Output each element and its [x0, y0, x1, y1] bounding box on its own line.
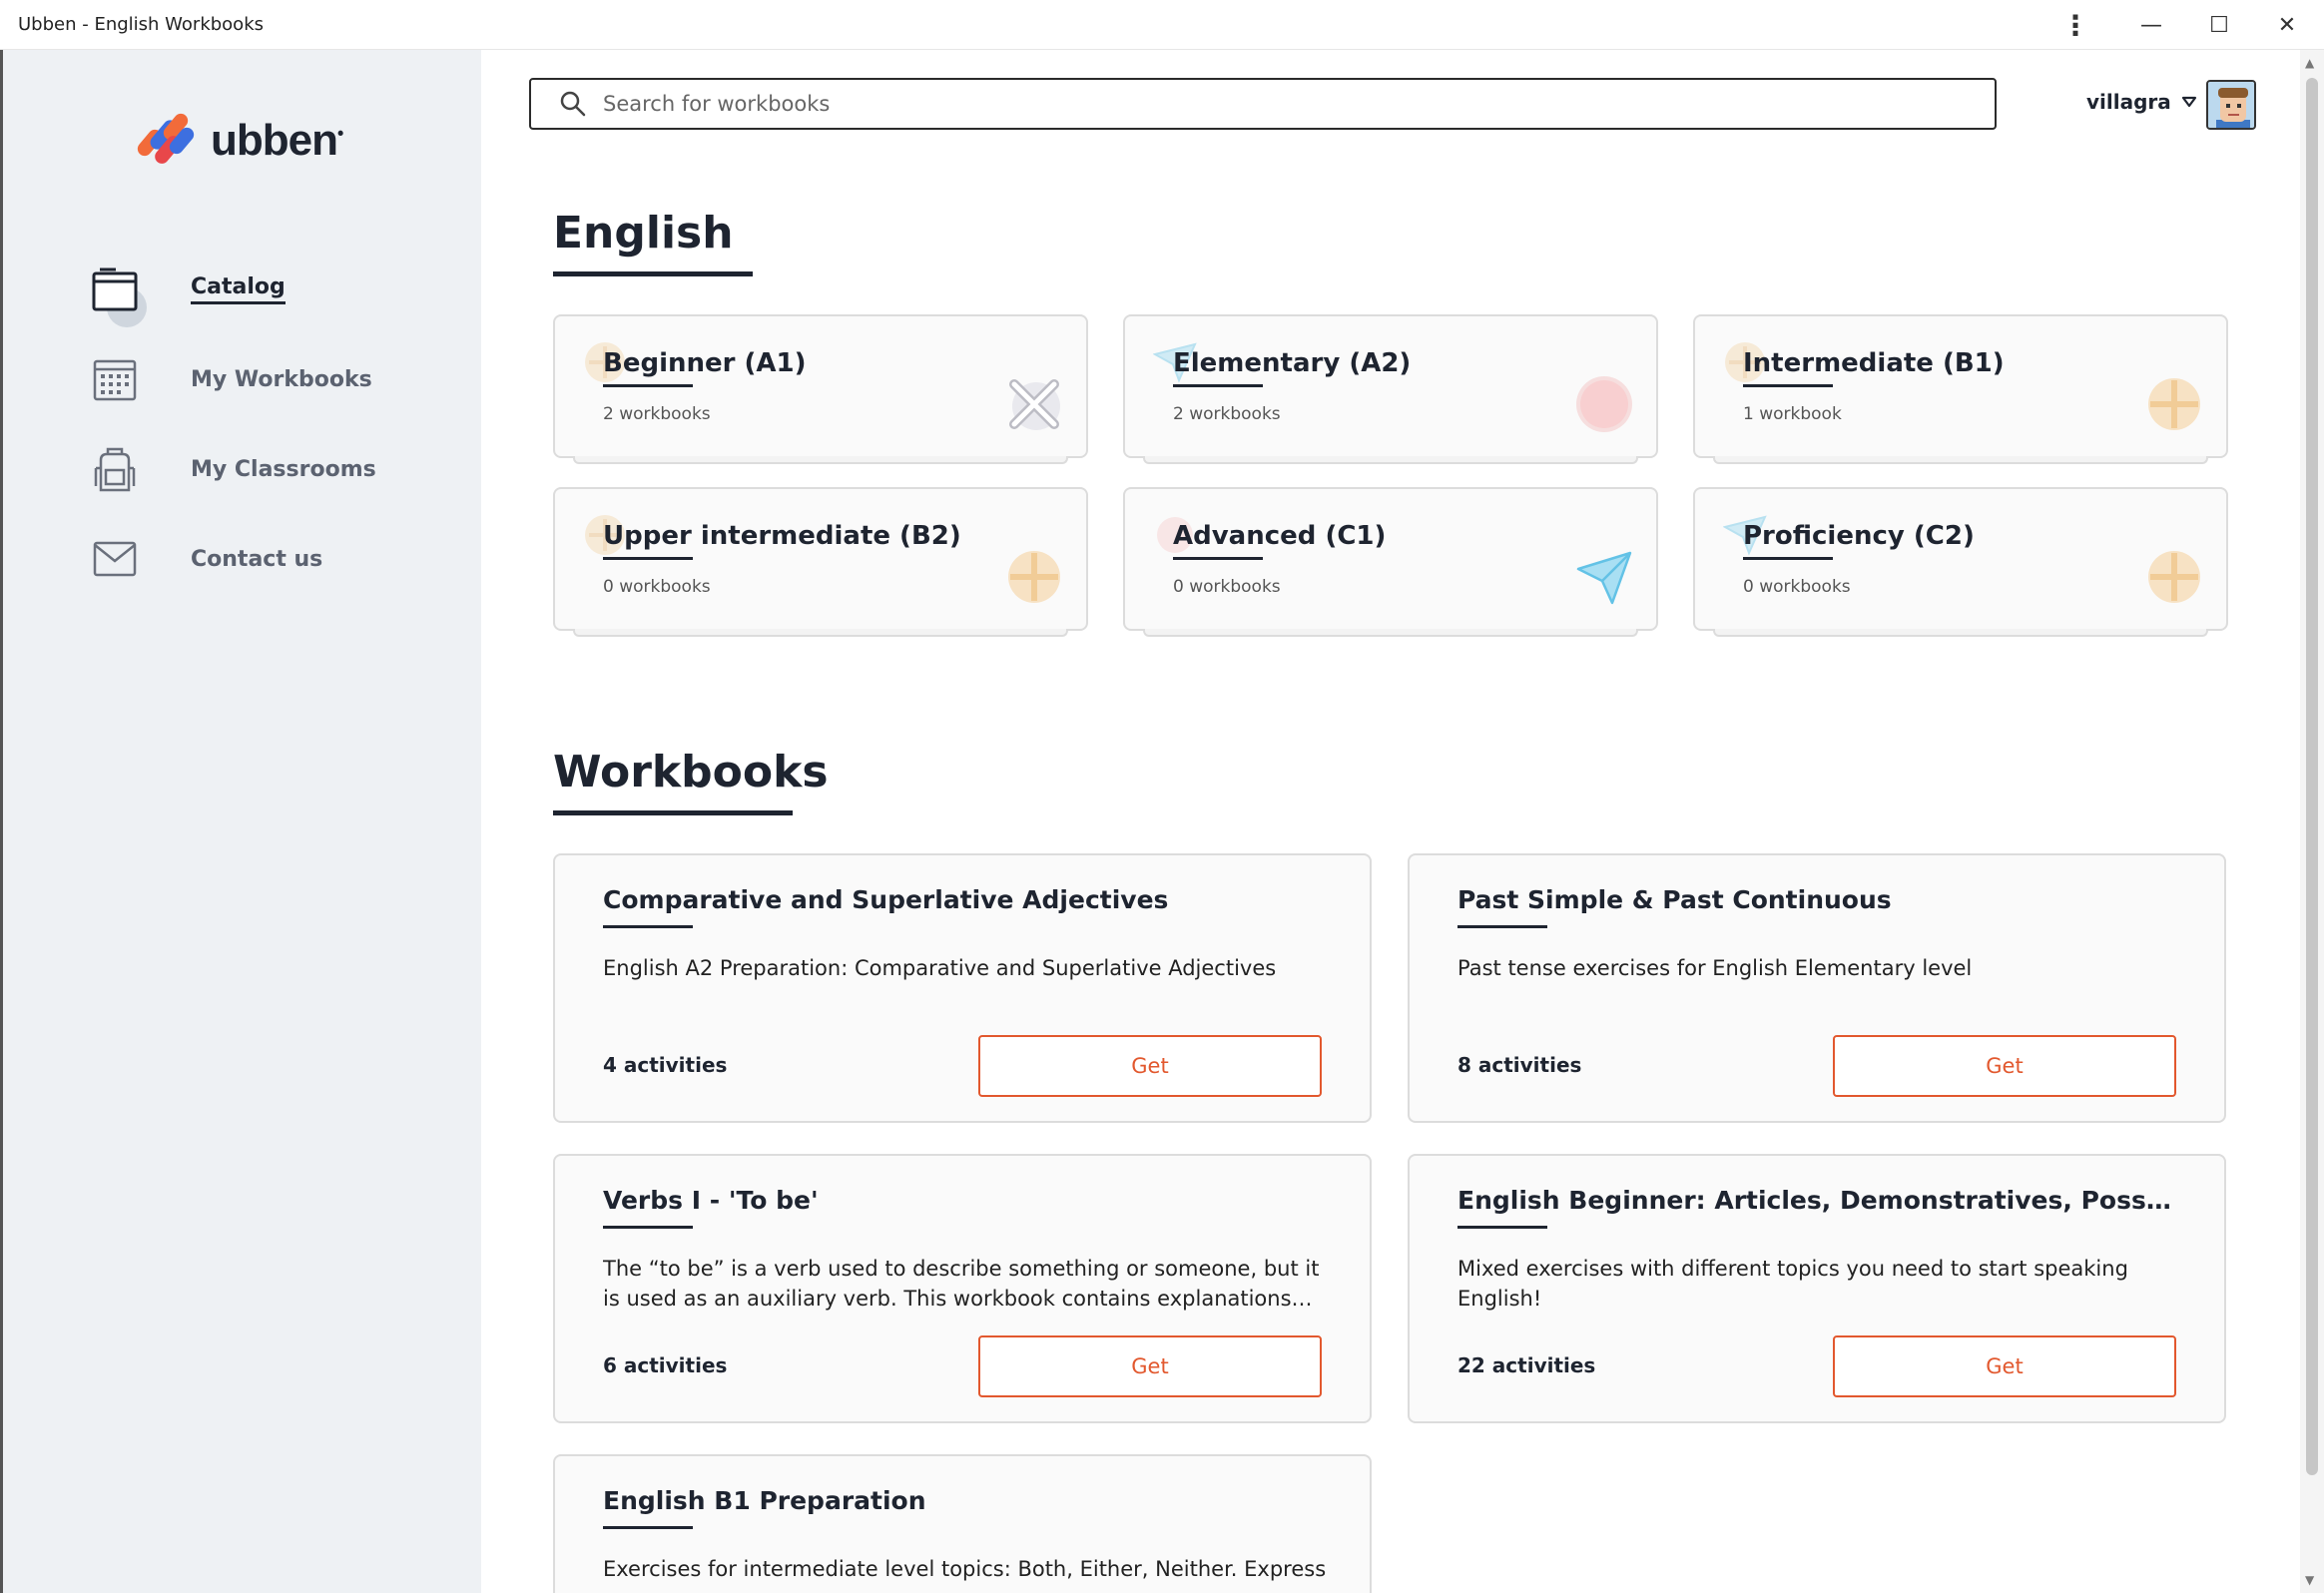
workbook-title-underline: [1457, 925, 1547, 928]
level-workbook-count: 1 workbook: [1743, 404, 1842, 424]
scroll-up-arrow-icon[interactable]: ▲: [2305, 56, 2314, 70]
workbook-description: Past tense exercises for English Element…: [1457, 956, 1973, 980]
workbook-title-underline: [1457, 1226, 1547, 1229]
level-title-underline: [1173, 557, 1263, 560]
level-title-underline: [603, 557, 693, 560]
sidebar-item-label: My Classrooms: [191, 456, 376, 482]
level-title-underline: [1743, 557, 1833, 560]
more-options-button[interactable]: ⋮: [2042, 0, 2108, 50]
level-workbook-count: 2 workbooks: [603, 404, 711, 424]
catalog-folder-icon: [91, 266, 139, 313]
sidebar-item-my-classrooms[interactable]: My Classrooms: [91, 445, 376, 493]
window-titlebar: Ubben - English Workbooks ⋮ — ☐ ✕: [0, 0, 2324, 50]
get-workbook-button[interactable]: Get: [978, 1035, 1322, 1097]
level-card-beginner-a1[interactable]: Beginner (A1) 2 workbooks: [553, 314, 1088, 464]
workbook-activity-count: 22 activities: [1457, 1353, 1596, 1377]
envelope-icon: [91, 535, 139, 583]
level-title: Proficiency (C2): [1743, 521, 1975, 551]
workbook-card: Past Simple & Past Continuous Past tense…: [1408, 853, 2226, 1123]
level-title-underline: [1743, 384, 1833, 387]
cross-icon: [1009, 379, 1060, 430]
sidebar-item-label: Catalog: [191, 274, 286, 304]
level-workbook-count: 2 workbooks: [1173, 404, 1281, 424]
get-workbook-button[interactable]: Get: [1833, 1335, 2176, 1397]
workbook-title[interactable]: Past Simple & Past Continuous: [1457, 885, 2186, 914]
plus-icon: [2148, 378, 2200, 430]
level-title: Intermediate (B1): [1743, 348, 2005, 378]
section-underline: [553, 810, 793, 815]
scrollbar-thumb[interactable]: [2306, 78, 2318, 1475]
workbook-card: Verbs I - 'To be' The “to be” is a verb …: [553, 1154, 1372, 1423]
level-title: Elementary (A2): [1173, 348, 1412, 378]
main-scrollbar[interactable]: ▲ ▼: [2300, 50, 2324, 1593]
avatar[interactable]: [2206, 80, 2256, 130]
level-workbook-count: 0 workbooks: [1743, 577, 1851, 597]
workbook-activity-count: 6 activities: [603, 1353, 728, 1377]
workbook-card: English B1 Preparation Exercises for int…: [553, 1454, 1372, 1593]
search-bar[interactable]: [529, 78, 1997, 130]
workbook-title[interactable]: Comparative and Superlative Adjectives: [603, 885, 1332, 914]
paper-plane-icon: [1576, 551, 1632, 605]
search-icon: [560, 91, 586, 117]
level-title: Beginner (A1): [603, 348, 807, 378]
chevron-down-icon: [2181, 96, 2196, 108]
level-card-proficiency-c2[interactable]: Proficiency (C2) 0 workbooks: [1693, 487, 2228, 637]
close-window-button[interactable]: ✕: [2254, 0, 2320, 50]
level-title: Upper intermediate (B2): [603, 521, 961, 551]
sidebar-item-contact-us[interactable]: Contact us: [91, 535, 322, 583]
window-title: Ubben - English Workbooks: [18, 14, 264, 35]
workbook-activity-count: 4 activities: [603, 1053, 728, 1077]
level-card-intermediate-b1[interactable]: Intermediate (B1) 1 workbook: [1693, 314, 2228, 464]
circle-icon: [1576, 376, 1632, 432]
sidebar: ubben• Catalog My Workbooks My Classroom…: [0, 50, 481, 1593]
section-title-workbooks: Workbooks: [553, 747, 829, 797]
maximize-button[interactable]: ☐: [2186, 0, 2252, 50]
level-card-elementary-a2[interactable]: Elementary (A2) 2 workbooks: [1123, 314, 1658, 464]
backpack-icon: [91, 445, 139, 493]
sidebar-item-label: Contact us: [191, 546, 323, 572]
ubben-logo[interactable]: ubben•: [137, 110, 343, 172]
sidebar-item-my-workbooks[interactable]: My Workbooks: [91, 355, 372, 403]
workbook-description: English A2 Preparation: Comparative and …: [603, 956, 1277, 980]
workbook-title[interactable]: English B1 Preparation: [603, 1486, 1332, 1515]
level-card-upper-intermediate-b2[interactable]: Upper intermediate (B2) 0 workbooks: [553, 487, 1088, 637]
workbook-description: The “to be” is a verb used to describe s…: [603, 1257, 1320, 1311]
get-workbook-button[interactable]: Get: [1833, 1035, 2176, 1097]
workbook-title[interactable]: English Beginner: Articles, Demonstrativ…: [1457, 1186, 2186, 1215]
section-underline: [553, 271, 753, 276]
username: villagra: [2086, 90, 2171, 114]
plus-icon: [1008, 551, 1060, 603]
workbook-title-underline: [603, 1226, 693, 1229]
level-title: Advanced (C1): [1173, 521, 1387, 551]
workbook-description: Mixed exercises with different topics yo…: [1457, 1257, 2128, 1311]
logo-wordmark: ubben•: [211, 116, 343, 165]
user-menu[interactable]: villagra: [2086, 90, 2197, 114]
scroll-down-arrow-icon[interactable]: ▼: [2305, 1573, 2314, 1587]
search-input[interactable]: [603, 92, 1961, 116]
workbook-title-underline: [603, 1526, 693, 1529]
sidebar-item-catalog[interactable]: Catalog: [91, 266, 286, 327]
avatar-face-icon: [2208, 82, 2254, 128]
level-workbook-count: 0 workbooks: [1173, 577, 1281, 597]
workbook-title[interactable]: Verbs I - 'To be': [603, 1186, 1332, 1215]
sidebar-item-label: My Workbooks: [191, 366, 372, 392]
ubben-logo-icon: [137, 113, 195, 164]
level-title-underline: [603, 384, 693, 387]
calendar-icon: [91, 355, 139, 403]
workbook-card: English Beginner: Articles, Demonstrativ…: [1408, 1154, 2226, 1423]
level-card-advanced-c1[interactable]: Advanced (C1) 0 workbooks: [1123, 487, 1658, 637]
plus-icon: [2148, 551, 2200, 603]
level-workbook-count: 0 workbooks: [603, 577, 711, 597]
get-workbook-button[interactable]: Get: [978, 1335, 1322, 1397]
workbook-card: Comparative and Superlative Adjectives E…: [553, 853, 1372, 1123]
workbook-activity-count: 8 activities: [1457, 1053, 1582, 1077]
section-title-english: English: [553, 208, 734, 259]
level-title-underline: [1173, 384, 1263, 387]
minimize-button[interactable]: —: [2118, 0, 2184, 50]
workbook-title-underline: [603, 925, 693, 928]
workbook-description: Exercises for intermediate level topics:…: [603, 1557, 1327, 1581]
